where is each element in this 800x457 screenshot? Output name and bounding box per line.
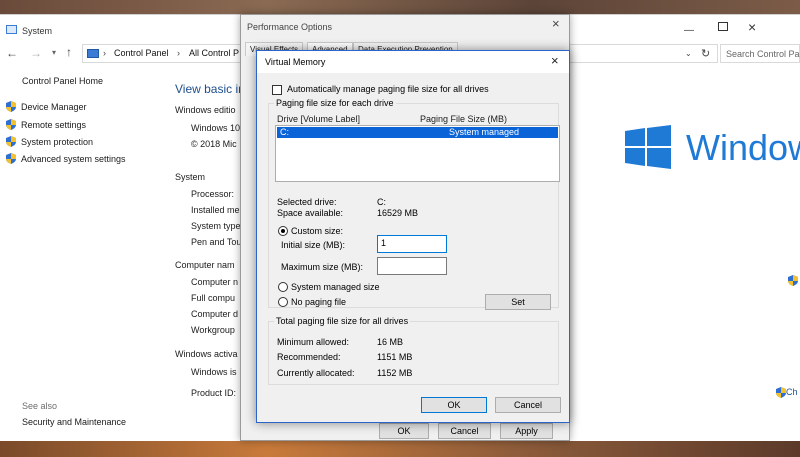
list-item[interactable]: C: System managed [277,127,558,138]
computer-icon [6,25,17,34]
initial-size-label: Initial size (MB): [281,240,346,250]
cancel-button[interactable]: Cancel [495,397,561,413]
info-row: Windows 10 [191,123,241,133]
virtual-memory-title: Virtual Memory [265,57,326,67]
info-row: Windows is [191,367,237,377]
info-row: Computer n [191,277,239,287]
close-icon[interactable]: × [748,19,756,35]
custom-size-label[interactable]: Custom size: [291,226,343,236]
perf-cancel-button[interactable]: Cancel [438,423,491,439]
info-row: Installed me [191,205,240,215]
close-icon[interactable]: × [551,53,559,68]
info-row: Workgroup [191,325,235,335]
breadcrumb-all-items[interactable]: All Control P [189,48,239,58]
system-managed-radio[interactable] [278,282,288,292]
space-available-label: Space available: [277,208,344,218]
sidebar-item-system-protection[interactable]: System protection [6,136,93,147]
auto-manage-label[interactable]: Automatically manage paging file size fo… [287,84,489,94]
computer-icon [87,49,99,58]
paging-file-group-label: Paging file size for each drive [274,98,396,108]
minimize-icon[interactable]: — [684,25,694,36]
total-paging-group-label: Total paging file size for all drives [274,316,411,326]
minimum-allowed-label: Minimum allowed: [277,337,350,347]
shield-icon [788,275,798,286]
sidebar-control-panel-home[interactable]: Control Panel Home [22,76,103,86]
set-button[interactable]: Set [485,294,551,310]
auto-manage-checkbox[interactable] [272,85,282,95]
sidebar-item-label: System protection [21,137,94,147]
space-available-value: 16529 MB [377,208,419,218]
shield-icon [6,101,16,112]
close-icon[interactable]: × [552,16,560,31]
breadcrumb-separator: › [103,48,106,58]
info-row: © 2018 Mic [191,139,237,149]
see-also-heading: See also [22,401,58,411]
currently-allocated-label: Currently allocated: [277,368,355,378]
breadcrumb-separator: › [177,48,180,58]
no-paging-file-radio[interactable] [278,297,288,307]
ok-button[interactable]: OK [421,397,487,413]
sidebar-item-label: Advanced system settings [21,154,126,164]
drive-list[interactable]: C: System managed [275,125,560,182]
no-paging-file-label[interactable]: No paging file [291,297,346,307]
breadcrumb-control-panel[interactable]: Control Panel [114,48,169,58]
search-input[interactable]: Search Control Panel [720,44,800,63]
forward-arrow-icon[interactable]: → [30,46,42,60]
maximum-size-label: Maximum size (MB): [281,262,364,272]
change-settings-link[interactable]: Ch [786,387,798,397]
perf-ok-button[interactable]: OK [379,423,429,439]
sidebar-item-remote-settings[interactable]: Remote settings [6,119,86,130]
custom-size-radio[interactable] [278,226,288,236]
recent-locations-chevron-icon[interactable]: ▾ [52,48,56,57]
info-row: Processor: [191,189,235,199]
maximize-icon[interactable] [718,22,728,31]
drive-letter: C: [280,127,289,137]
sidebar-item-device-manager[interactable]: Device Manager [6,101,87,112]
sidebar-item-security-maintenance[interactable]: Security and Maintenance [22,417,126,427]
virtual-memory-dialog: Virtual Memory × Automatically manage pa… [256,50,570,423]
desktop-background-bottom [0,441,800,457]
info-row: Full compu [191,293,236,303]
up-arrow-icon[interactable]: ↑ [66,45,72,59]
recommended-label: Recommended: [277,352,341,362]
shield-icon [6,136,16,147]
section-windows-edition: Windows editio [175,105,236,115]
perf-apply-button[interactable]: Apply [500,423,553,439]
drive-paging-size: System managed [449,127,520,137]
refresh-icon[interactable]: ↻ [701,47,710,60]
currently-allocated-value: 1152 MB [377,368,413,378]
section-computer-name: Computer nam [175,260,235,270]
back-arrow-icon[interactable]: ← [6,46,18,60]
sidebar-item-label: Device Manager [21,102,87,112]
performance-options-title: Performance Options [247,22,333,32]
shield-icon [6,119,16,130]
system-managed-label[interactable]: System managed size [291,282,380,292]
address-dropdown-icon[interactable]: ⌄ [685,49,692,58]
windows-logo-text: Window [686,127,800,168]
maximum-size-input[interactable] [377,257,447,275]
system-window-title: System [22,26,53,36]
column-header-size: Paging File Size (MB) [420,114,508,124]
recommended-value: 1151 MB [377,352,413,362]
info-row: Pen and Tou [191,237,242,247]
page-title: View basic in [175,82,245,96]
info-row: Computer d [191,309,239,319]
info-row: System type [191,221,241,231]
minimum-allowed-value: 16 MB [377,337,404,347]
selected-drive-label: Selected drive: [277,197,337,207]
desktop-background-top [0,0,800,14]
info-row: Product ID: [191,388,237,398]
virtual-memory-titlebar: Virtual Memory × [257,51,569,73]
windows-logo-icon [625,125,671,169]
shield-icon [776,387,786,398]
section-windows-activation: Windows activa [175,349,238,359]
sidebar-item-advanced-system-settings[interactable]: Advanced system settings [6,153,126,164]
column-header-drive: Drive [Volume Label] [277,114,361,124]
initial-size-input[interactable]: 1 [377,235,447,253]
search-placeholder: Search Control Panel [726,49,800,59]
shield-icon [6,153,16,164]
section-system: System [175,172,206,182]
sidebar-item-label: Remote settings [21,120,87,130]
selected-drive-value: C: [377,197,386,207]
